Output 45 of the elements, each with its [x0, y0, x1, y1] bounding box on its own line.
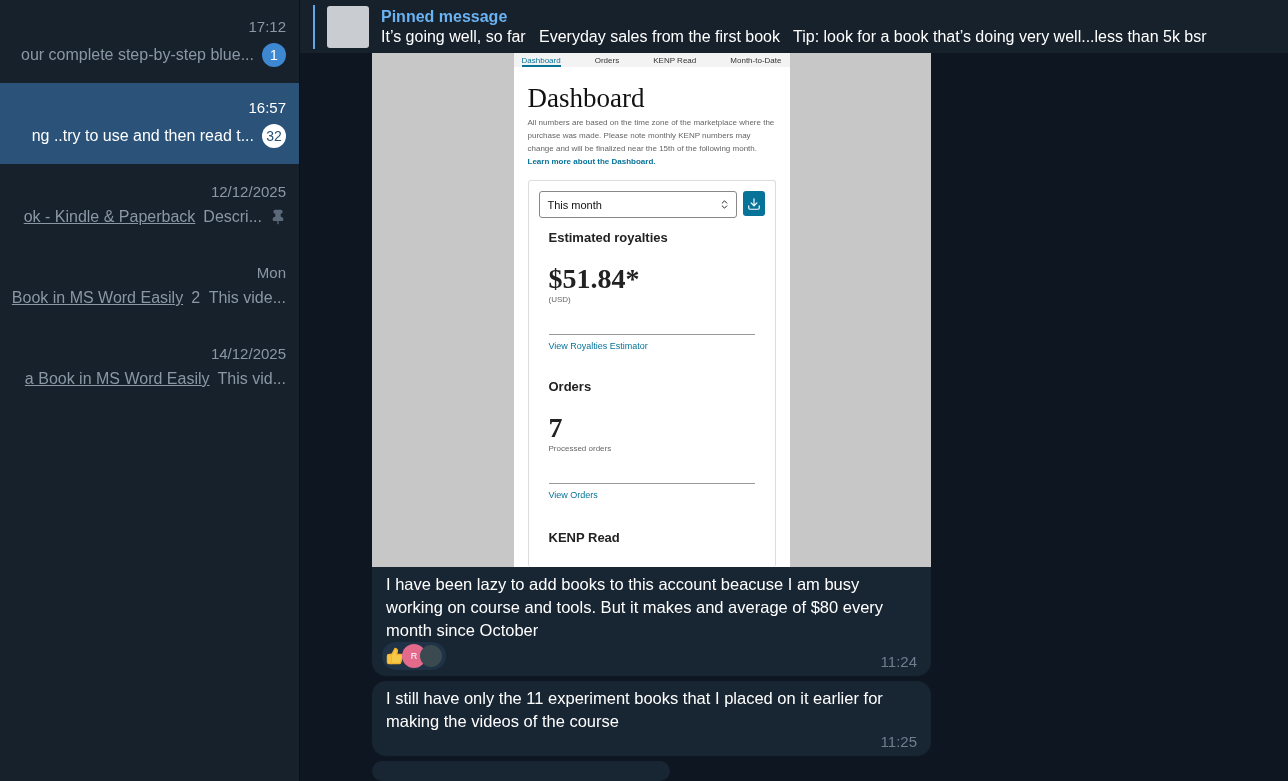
chat-time: Mon: [256, 264, 286, 281]
orders-caption: Processed orders: [548, 444, 613, 453]
message-text: I still have only the 11 experiment books that I placed on it earlier for making the videos of the course: [386, 688, 884, 732]
section-title: Orders: [548, 379, 593, 394]
page-tab-label: Orders: [594, 56, 620, 67]
photo-placeholder: [327, 5, 369, 48]
chat-time: 16:57: [248, 99, 286, 116]
section-title: KENP Read: [548, 530, 621, 545]
thumbs-up-icon: [386, 647, 404, 665]
message-preview: This vid...: [217, 370, 286, 388]
message-link[interactable]: ok - Kindle & Paperback: [23, 208, 196, 226]
section-title: Estimated royalties: [548, 230, 669, 245]
message-link[interactable]: Book in MS Word Easily: [11, 289, 184, 307]
message-text: I have been lazy to add books to this account beacuse I am busy working on course and tools. But it makes and average of $80 every month since October: [386, 574, 885, 641]
chat-time: 17:12: [248, 18, 286, 35]
page-heading: Dashboard: [527, 83, 646, 114]
reactions-pill[interactable]: R: [382, 642, 446, 670]
chat-item[interactable]: 16:57 ng ..try to use and then read t... 32: [0, 83, 299, 164]
orders-count: 7: [548, 412, 564, 444]
avatar-photo: [420, 645, 442, 667]
page-intro: All numbers are based on the time zone of the marketplace where the purchase was made. Please note monthly KENP numbers may change and will be finalized near the 15th of the following month. Learn more about the Dashboard.: [527, 117, 776, 168]
pinned-bar[interactable]: Pinned message It’s going well, so far Everyday sales from the first book Tip: look for a book that’s doing very well...less than 5k bsr: [300, 0, 1288, 53]
unread-count: 1: [262, 43, 286, 67]
message-preview: our complete step-by-step blue...: [21, 46, 254, 64]
message-time: 11:24: [880, 653, 917, 670]
pinned-text: It’s going well, so far Everyday sales from the first book Tip: look for a book that’s doing very well...less than 5k bsr: [381, 27, 1207, 46]
page-tab-label: Month-to-Date: [730, 56, 782, 67]
chat-item[interactable]: Mon Book in MS Word Easily 2 This vide...: [0, 245, 299, 326]
download-icon: [746, 196, 761, 211]
page-tab-label: KENP Read: [653, 56, 697, 67]
chat-item[interactable]: 14/12/2025 a Book in MS Word Easily This vid...: [0, 326, 299, 407]
pinned-title: Pinned message: [381, 7, 509, 26]
page-tab-label: Dashboard: [521, 56, 561, 67]
message-preview: ng ..try to use and then read t...: [31, 127, 254, 145]
message-link[interactable]: a Book in MS Word Easily: [24, 370, 210, 388]
chat-item[interactable]: 12/12/2025 ok - Kindle & Paperback Descri...: [0, 164, 299, 245]
chat-time: 14/12/2025: [210, 345, 286, 362]
message-time: 11:25: [880, 733, 917, 750]
unread-count: 32: [262, 124, 286, 148]
message-preview: Descri...: [203, 208, 262, 226]
message-preview: 2 This vide...: [191, 289, 286, 307]
chat-item[interactable]: 17:12 our complete step-by-step blue... 1: [0, 2, 299, 83]
chat-time: 12/12/2025: [210, 183, 286, 200]
currency-label: (USD): [548, 295, 572, 304]
royalties-amount: $51.84*: [548, 263, 641, 295]
